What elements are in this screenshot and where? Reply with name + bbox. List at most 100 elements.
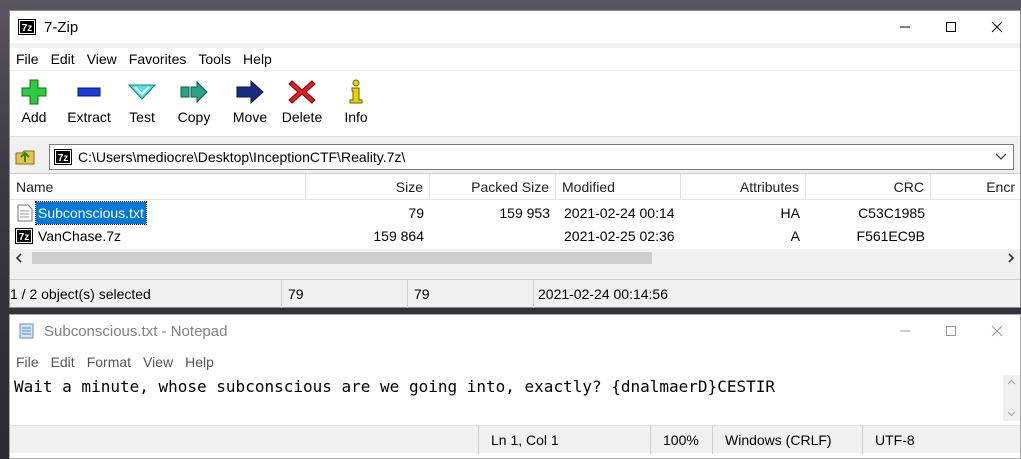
notepad-menu-file[interactable]: File — [10, 351, 45, 373]
notepad-window-title: Subconscious.txt - Notepad — [44, 322, 228, 340]
file-crc: C53C1985 — [858, 205, 925, 221]
menu-help[interactable]: Help — [237, 48, 278, 70]
info-label: Info — [344, 109, 368, 125]
svg-text:7z: 7z — [22, 23, 33, 34]
file-modified: 2021-02-25 02:36 — [564, 228, 675, 244]
file-size: 79 — [408, 205, 424, 221]
notepad-menu-edit[interactable]: Edit — [45, 351, 81, 373]
minimize-icon — [900, 26, 910, 28]
info-button[interactable]: Info — [338, 79, 374, 134]
notepad-title-bar: Subconscious.txt - Notepad — [10, 315, 1020, 347]
notepad-close-button[interactable] — [974, 315, 1020, 347]
notepad-menu-help[interactable]: Help — [179, 351, 220, 373]
svg-text:7z: 7z — [19, 232, 30, 243]
minimize-button[interactable] — [882, 11, 928, 43]
close-icon — [991, 325, 1003, 337]
status-cursor-position: Ln 1, Col 1 — [478, 426, 644, 454]
copy-arrow-icon — [180, 80, 208, 104]
file-crc: F561EC9B — [856, 228, 925, 244]
notepad-menu-format[interactable]: Format — [81, 351, 137, 373]
notepad-app-icon — [19, 323, 34, 339]
archive-icon: 7z — [54, 149, 72, 165]
folder-up-icon[interactable] — [14, 145, 36, 167]
file-attributes: HA — [780, 205, 800, 221]
add-icon — [21, 79, 47, 105]
file-size: 159 864 — [373, 228, 424, 244]
status-encoding: UTF-8 — [862, 426, 1012, 454]
column-name[interactable]: Name — [10, 174, 306, 200]
text-editor[interactable]: Wait a minute, whose subconscious are we… — [10, 373, 1020, 425]
address-input[interactable]: 7z C:\Users\mediocre\Desktop\InceptionCT… — [49, 144, 1014, 170]
notepad-menu-view[interactable]: View — [137, 351, 179, 373]
column-modified[interactable]: Modified — [556, 174, 681, 200]
check-chevron-icon — [127, 84, 157, 100]
status-size: 79 — [288, 280, 408, 308]
menu-view[interactable]: View — [81, 48, 123, 70]
table-row[interactable]: 7z VanChase.7z 159 864 2021-02-25 02:36 … — [10, 225, 1020, 247]
notepad-maximize-button[interactable] — [928, 315, 974, 347]
file-attributes: A — [790, 228, 800, 244]
add-button[interactable]: Add — [14, 79, 54, 134]
menu-bar: File Edit View Favorites Tools Help — [10, 48, 1020, 70]
maximize-button[interactable] — [928, 11, 974, 43]
table-row[interactable]: Subconscious.txt 79 159 953 2021-02-24 0… — [10, 201, 1020, 225]
minimize-icon — [900, 330, 910, 332]
archive-file-icon: 7z — [15, 228, 33, 244]
status-modified: 2021-02-24 00:14:56 — [538, 286, 668, 302]
move-button[interactable]: Move — [228, 79, 272, 134]
minus-icon — [77, 87, 101, 97]
test-label: Test — [129, 109, 155, 125]
close-button[interactable] — [974, 11, 1020, 43]
toolbar: Add Extract Test Copy Move Delete Info — [10, 71, 1020, 137]
column-attributes[interactable]: Attributes — [681, 174, 806, 200]
menu-favorites[interactable]: Favorites — [123, 48, 193, 70]
status-zoom: 100% — [650, 426, 716, 454]
delete-label: Delete — [281, 109, 323, 125]
extract-button[interactable]: Extract — [60, 79, 118, 134]
file-packed-size: 159 953 — [499, 205, 550, 221]
sevenzip-window: 7z 7-Zip File Edit View Favorites Tools … — [9, 10, 1021, 308]
add-label: Add — [21, 109, 47, 125]
move-label: Move — [232, 109, 268, 125]
info-icon — [349, 79, 363, 104]
scroll-thumb[interactable] — [32, 252, 652, 264]
maximize-icon — [946, 326, 956, 336]
notepad-minimize-button[interactable] — [882, 315, 928, 347]
vertical-scrollbar[interactable] — [1003, 375, 1020, 421]
column-encrypted[interactable]: Encr — [931, 174, 1021, 200]
scroll-left-icon[interactable] — [15, 253, 23, 263]
address-bar: 7z C:\Users\mediocre\Desktop\InceptionCT… — [10, 140, 1020, 170]
file-packed-size — [430, 225, 550, 247]
window-title: 7-Zip — [44, 18, 79, 36]
file-modified: 2021-02-24 00:14 — [564, 205, 675, 221]
scroll-up-icon[interactable] — [1007, 379, 1016, 385]
delete-button[interactable]: Delete — [278, 79, 326, 134]
menu-tools[interactable]: Tools — [192, 48, 237, 70]
address-path: C:\Users\mediocre\Desktop\InceptionCTF\R… — [78, 149, 406, 165]
editor-content[interactable]: Wait a minute, whose subconscious are we… — [14, 377, 775, 396]
menu-edit[interactable]: Edit — [45, 48, 81, 70]
file-name: Subconscious.txt — [35, 201, 147, 225]
close-icon — [991, 21, 1003, 33]
notepad-menu-bar: File Edit Format View Help — [10, 351, 1020, 373]
sevenzip-app-icon: 7z — [18, 19, 36, 35]
test-button[interactable]: Test — [122, 79, 162, 134]
scroll-down-icon[interactable] — [1007, 411, 1016, 417]
copy-label: Copy — [177, 109, 211, 125]
status-bar: 1 / 2 object(s) selected 79 79 2021-02-2… — [10, 279, 1020, 308]
file-list: Name Size Packed Size Modified Attribute… — [10, 173, 1020, 249]
title-bar: 7z 7-Zip — [10, 11, 1020, 43]
column-size[interactable]: Size — [306, 174, 430, 200]
menu-file[interactable]: File — [10, 48, 45, 70]
chevron-down-icon[interactable] — [995, 153, 1007, 161]
status-packed: 79 — [414, 280, 534, 308]
column-packed-size[interactable]: Packed Size — [430, 174, 556, 200]
column-crc[interactable]: CRC — [806, 174, 931, 200]
notepad-window: Subconscious.txt - Notepad File Edit For… — [9, 314, 1021, 459]
status-selected: 1 / 2 object(s) selected — [10, 280, 282, 308]
copy-button[interactable]: Copy — [174, 79, 214, 134]
move-arrow-icon — [236, 79, 264, 105]
scroll-right-icon[interactable] — [1007, 253, 1015, 263]
maximize-icon — [946, 22, 956, 32]
horizontal-scrollbar[interactable] — [10, 249, 1020, 267]
